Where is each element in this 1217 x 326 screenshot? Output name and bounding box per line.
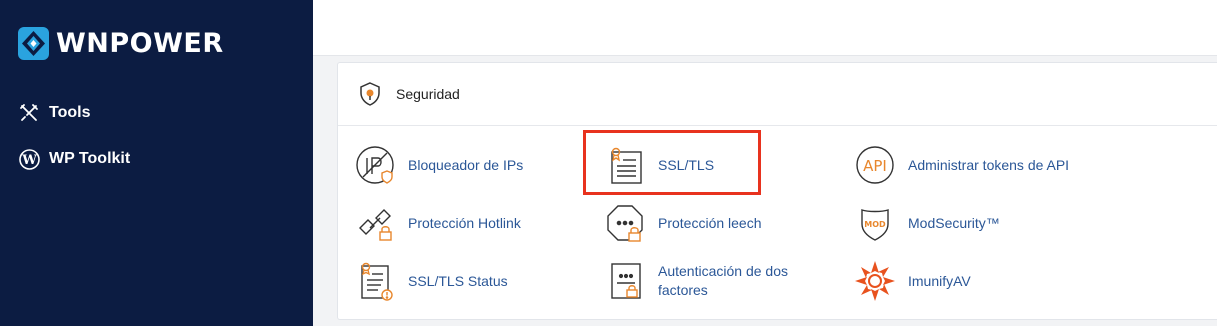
item-label-line1: Autenticación de dos xyxy=(658,263,788,279)
two-factor-icon xyxy=(603,259,647,303)
sidebar: WNPOWER Tools W WP Toolkit xyxy=(0,0,313,326)
item-label: Bloqueador de IPs xyxy=(408,156,524,173)
sidebar-item-label: WP Toolkit xyxy=(49,150,131,167)
item-label-line2: factores xyxy=(658,282,708,298)
svg-text:W: W xyxy=(21,153,37,168)
highlight-box xyxy=(583,130,761,195)
item-api-tokens[interactable]: API Administrar tokens de API xyxy=(853,143,1069,187)
item-label: ImunifyAV xyxy=(908,272,971,289)
item-ssl-tls-status[interactable]: SSL/TLS Status xyxy=(353,259,508,303)
item-label: Protección Hotlink xyxy=(408,214,521,231)
tools-icon xyxy=(18,102,40,124)
wordpress-icon: W xyxy=(18,148,40,170)
leech-protection-icon xyxy=(603,201,647,245)
item-label: ModSecurity™ xyxy=(908,214,1000,231)
security-shield-icon xyxy=(360,82,380,106)
panel-header[interactable]: Seguridad xyxy=(338,63,1217,126)
item-hotlink-protection[interactable]: Protección Hotlink xyxy=(353,201,521,245)
sidebar-item-wp-toolkit[interactable]: W WP Toolkit xyxy=(18,148,130,170)
wnpower-logo-icon xyxy=(18,27,49,60)
modsecurity-icon: MOD xyxy=(853,201,897,245)
brand[interactable]: WNPOWER xyxy=(17,26,224,61)
top-bar xyxy=(313,0,1217,56)
item-label: Administrar tokens de API xyxy=(908,156,1070,173)
ip-blocker-icon xyxy=(353,143,397,187)
item-imunifyav[interactable]: ImunifyAV xyxy=(853,259,971,303)
imunifyav-icon xyxy=(853,259,897,303)
item-ip-blocker[interactable]: Bloqueador de IPs xyxy=(353,143,523,187)
item-modsecurity[interactable]: MOD ModSecurity™ xyxy=(853,201,1000,245)
svg-text:API: API xyxy=(863,157,887,175)
brand-name: WNPOWER xyxy=(56,28,224,59)
item-label: Autenticación de dos factores xyxy=(658,262,788,300)
section-title: Seguridad xyxy=(396,86,460,102)
item-leech-protection[interactable]: Protección leech xyxy=(603,201,762,245)
item-label: SSL/TLS Status xyxy=(408,272,508,289)
sidebar-item-label: Tools xyxy=(49,104,91,121)
ssl-status-icon xyxy=(353,259,397,303)
hotlink-protection-icon xyxy=(353,201,397,245)
item-two-factor-auth[interactable]: Autenticación de dos factores xyxy=(603,259,788,303)
api-icon: API xyxy=(853,143,897,187)
item-label: Protección leech xyxy=(658,214,762,231)
svg-text:MOD: MOD xyxy=(864,220,886,229)
sidebar-item-tools[interactable]: Tools xyxy=(18,102,90,124)
